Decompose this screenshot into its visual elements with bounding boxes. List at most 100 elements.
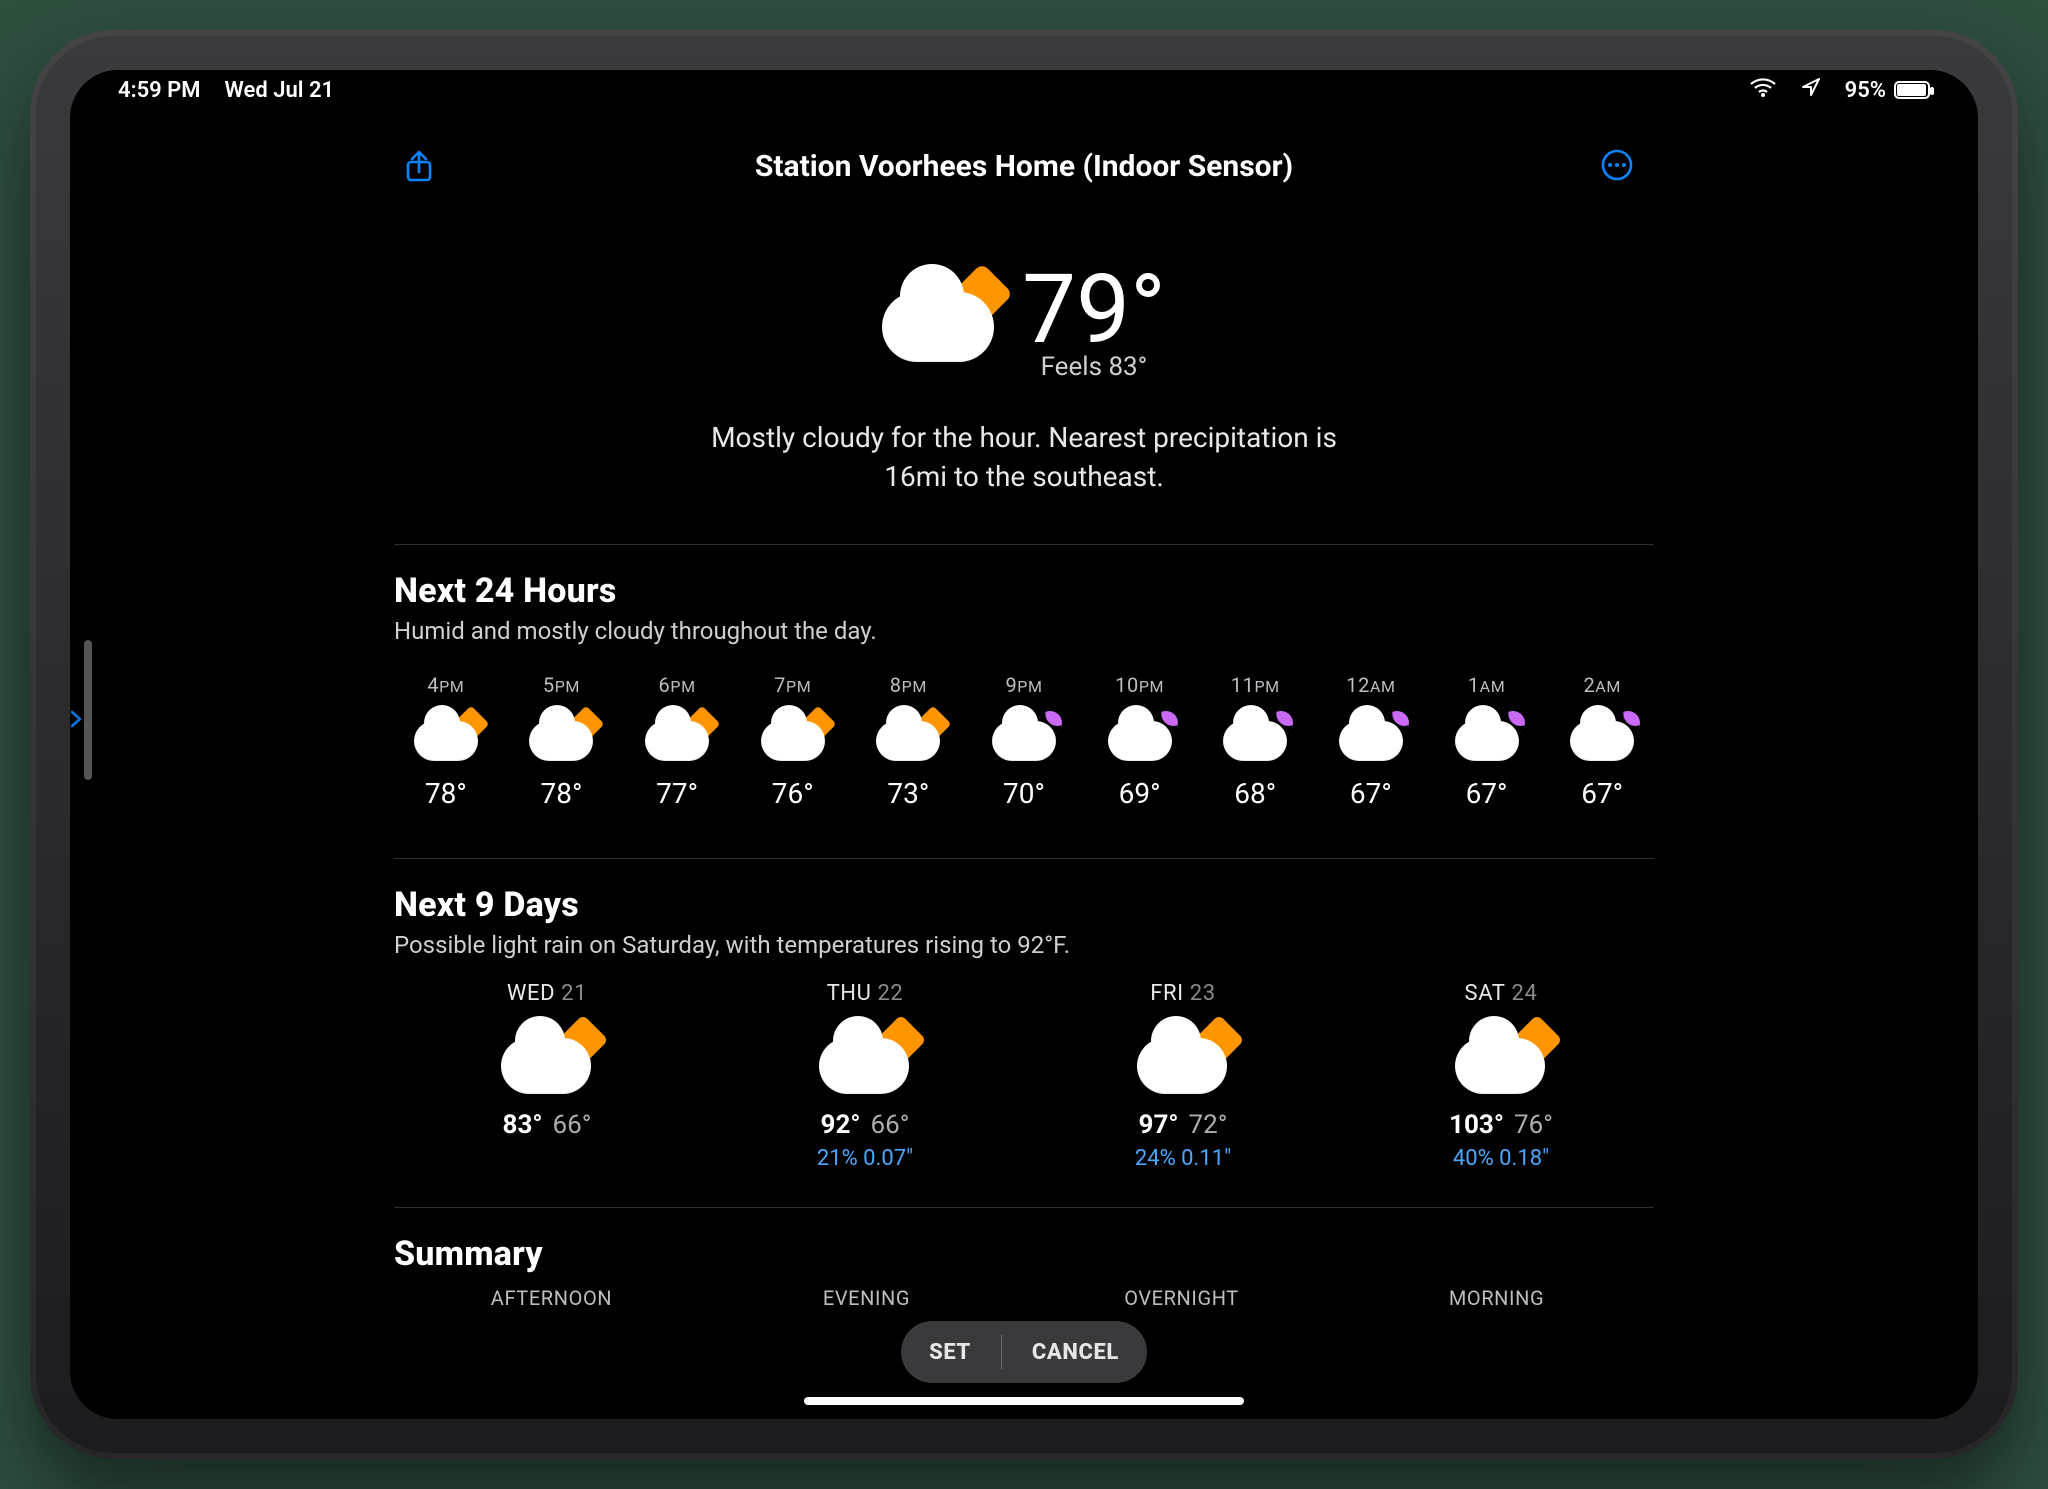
location-icon [1801,77,1821,103]
page-title: Station Voorhees Home (Indoor Sensor) [755,149,1293,184]
hour-label: 7PM [741,673,845,697]
day-temps: 92°66° [712,1110,1018,1140]
cloud-moon-icon [1455,717,1519,761]
hour-label: 6PM [625,673,729,697]
hour-label: 1AM [1435,673,1539,697]
day-item[interactable]: WED21 83°66° [394,981,700,1171]
precip: 40% 0.18" [1348,1146,1654,1171]
share-button[interactable] [404,148,434,188]
status-date: Wed Jul 21 [225,78,335,103]
hour-temp: 78° [394,777,498,810]
cancel-button[interactable]: CANCEL [1032,1340,1119,1365]
hour-item[interactable]: 12AM 67° [1319,673,1423,810]
cloud-moon-icon [1339,717,1403,761]
scroll-indicator[interactable] [84,640,92,780]
summary-columns: AFTERNOONEVENINGOVERNIGHTMORNING [394,1286,1654,1310]
summary-column-label: AFTERNOON [394,1286,709,1310]
cloud-sun-icon [414,717,478,761]
current-conditions: 79° Feels 83° Mostly cloudy for the hour… [394,262,1654,496]
hour-item[interactable]: 6PM 77° [625,673,729,810]
cloud-sun-icon [501,1030,593,1094]
status-time: 4:59 PM [118,78,201,103]
divider [1001,1335,1002,1369]
hour-item[interactable]: 2AM 67° [1550,673,1654,810]
day-item[interactable]: THU22 92°66° 21% 0.07" [712,981,1018,1171]
precip: 24% 0.11" [1030,1146,1336,1171]
cloud-sun-icon [882,282,994,362]
hour-temp: 70° [972,777,1076,810]
hour-item[interactable]: 8PM 73° [857,673,961,810]
current-temp: 79° [1022,262,1166,358]
hour-label: 11PM [1203,673,1307,697]
more-button[interactable] [1600,148,1634,186]
hour-label: 9PM [972,673,1076,697]
battery-indicator: 95% [1845,78,1930,103]
hour-item[interactable]: 4PM 78° [394,673,498,810]
hour-item[interactable]: 11PM 68° [1203,673,1307,810]
summary-column-label: EVENING [709,1286,1024,1310]
home-indicator[interactable] [804,1397,1244,1405]
divider [394,1207,1654,1208]
hour-label: 4PM [394,673,498,697]
hour-temp: 67° [1319,777,1423,810]
hourly-title: Next 24 Hours [394,571,1654,611]
daily-title: Next 9 Days [394,885,1654,925]
hour-temp: 76° [741,777,845,810]
day-temps: 83°66° [394,1110,700,1140]
summary-column-label: OVERNIGHT [1024,1286,1339,1310]
hour-item[interactable]: 1AM 67° [1435,673,1539,810]
ipad-frame: 4:59 PM Wed Jul 21 95% [30,30,2018,1459]
battery-percent: 95% [1845,78,1886,103]
hour-temp: 67° [1435,777,1539,810]
day-label: WED21 [394,981,700,1006]
screen: 4:59 PM Wed Jul 21 95% [70,70,1978,1419]
cloud-sun-icon [1137,1030,1229,1094]
precip: 21% 0.07" [712,1146,1018,1171]
day-item[interactable]: FRI23 97°72° 24% 0.11" [1030,981,1336,1171]
cloud-moon-icon [1223,717,1287,761]
action-toast: SET CANCEL [901,1321,1147,1383]
daily-subtitle: Possible light rain on Saturday, with te… [394,931,1654,959]
cloud-sun-icon [529,717,593,761]
day-label: SAT24 [1348,981,1654,1006]
day-label: THU22 [712,981,1018,1006]
hour-temp: 67° [1550,777,1654,810]
hour-item[interactable]: 7PM 76° [741,673,845,810]
day-label: FRI23 [1030,981,1336,1006]
summary-line-1: Mostly cloudy for the hour. Nearest prec… [394,418,1654,457]
current-summary: Mostly cloudy for the hour. Nearest prec… [394,418,1654,496]
summary-title: Summary [394,1234,1654,1274]
divider [394,858,1654,859]
feels-like: Feels 83° [1022,352,1166,382]
hour-label: 8PM [857,673,961,697]
daily-list[interactable]: WED21 83°66° THU22 92°66° 21% 0.07" FRI2… [394,981,1654,1171]
hour-temp: 78° [510,777,614,810]
cloud-sun-icon [876,717,940,761]
cloud-sun-icon [1455,1030,1547,1094]
battery-icon [1894,81,1930,99]
set-button[interactable]: SET [929,1340,971,1365]
hour-label: 10PM [1088,673,1192,697]
cloud-moon-icon [1108,717,1172,761]
hourly-list[interactable]: 4PM 78° 5PM 78° 6PM 77° 7PM 76° 8PM 73° … [394,673,1654,810]
hour-item[interactable]: 5PM 78° [510,673,614,810]
day-item[interactable]: SAT24 103°76° 40% 0.18" [1348,981,1654,1171]
wifi-icon [1749,77,1777,103]
divider [394,544,1654,545]
side-arrow-icon[interactable] [70,710,84,728]
summary-line-2: 16mi to the southeast. [394,457,1654,496]
hour-temp: 68° [1203,777,1307,810]
status-right: 95% [1749,77,1930,103]
hour-item[interactable]: 9PM 70° [972,673,1076,810]
hour-item[interactable]: 10PM 69° [1088,673,1192,810]
hour-label: 12AM [1319,673,1423,697]
hour-temp: 69° [1088,777,1192,810]
day-temps: 103°76° [1348,1110,1654,1140]
summary-column-label: MORNING [1339,1286,1654,1310]
hour-temp: 73° [857,777,961,810]
hourly-subtitle: Humid and mostly cloudy throughout the d… [394,617,1654,645]
hour-temp: 77° [625,777,729,810]
content-area: Station Voorhees Home (Indoor Sensor) 79… [394,130,1654,1310]
hour-label: 2AM [1550,673,1654,697]
cloud-sun-icon [761,717,825,761]
